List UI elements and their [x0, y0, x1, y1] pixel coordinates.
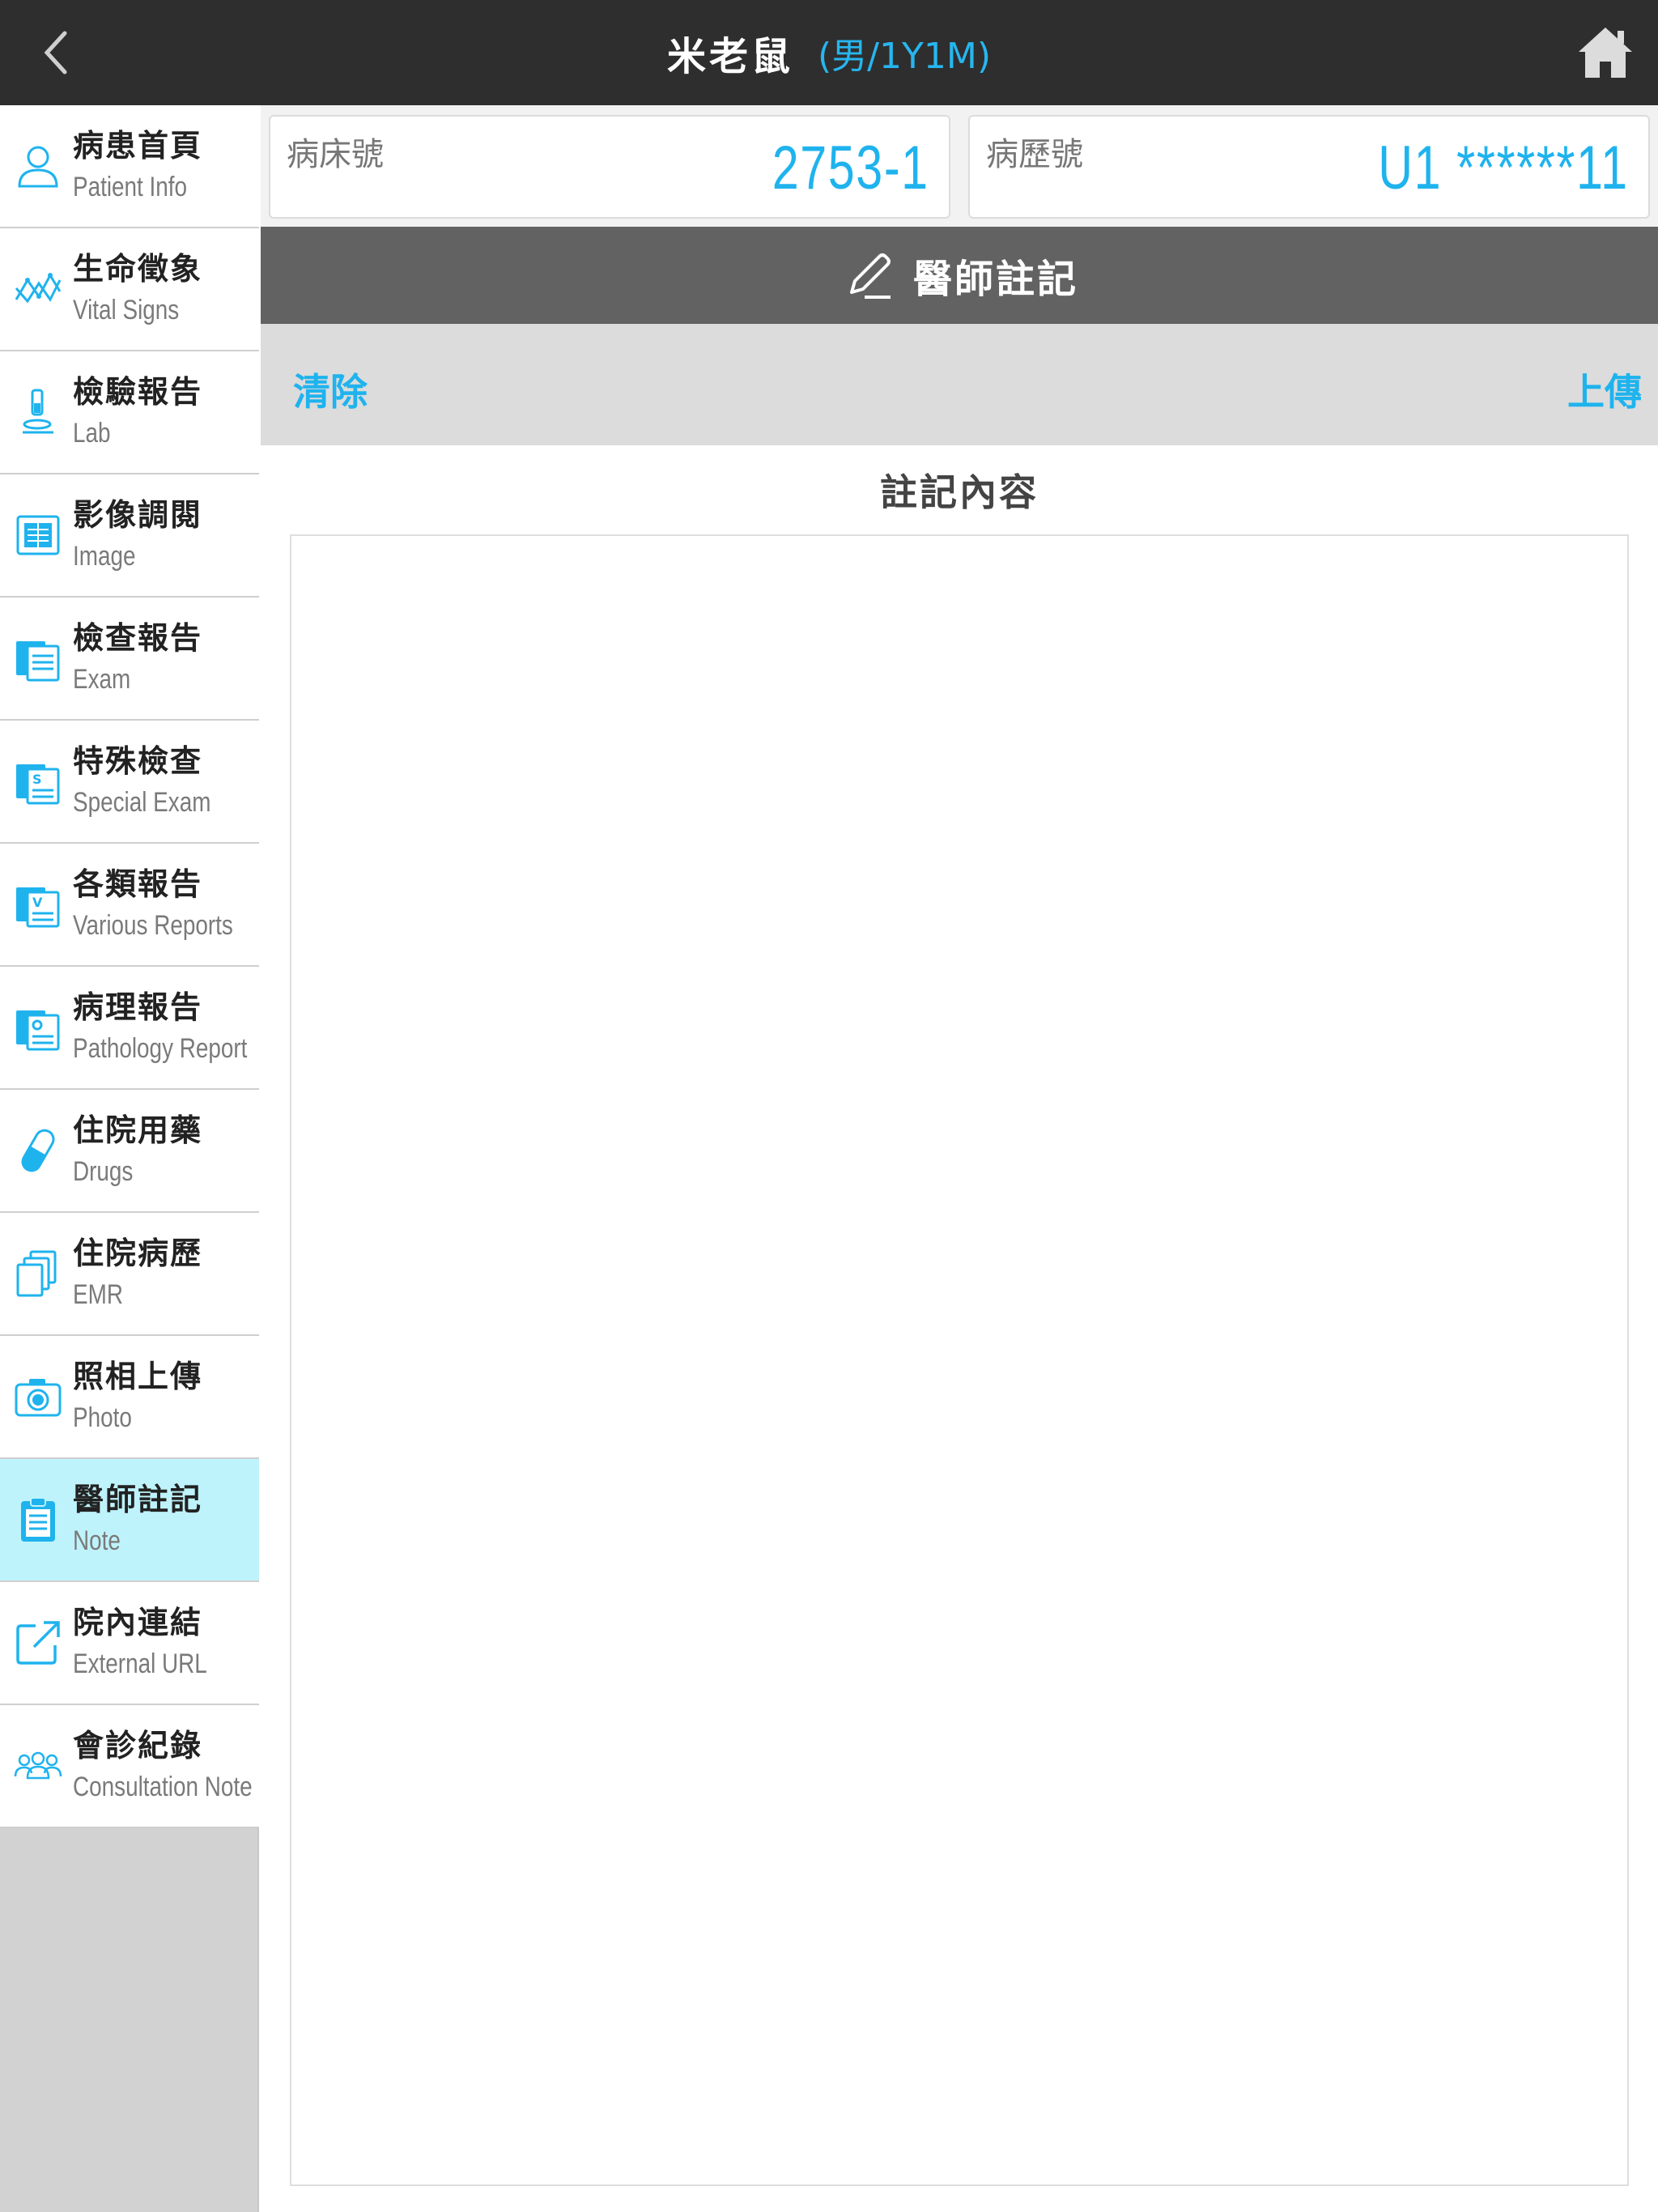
patient-gender-age: (男/1Y1M)	[818, 36, 991, 77]
sidebar-item-sublabel: Pathology Report	[73, 1033, 248, 1064]
sidebar-item-label: 院內連結	[73, 1605, 203, 1640]
sidebar-item-label: 檢驗報告	[73, 374, 203, 410]
bed-number-label: 病床號	[287, 136, 384, 173]
medical-record-number-value: U1 ******11	[1378, 134, 1629, 202]
upload-button[interactable]: 上傳	[1567, 363, 1642, 416]
sidebar-item-sublabel: Image	[73, 541, 136, 572]
clipboard-icon	[10, 1491, 66, 1548]
various-report-icon: V	[10, 876, 66, 933]
patient-title: 米老鼠 (男/1Y1M)	[0, 0, 1658, 105]
bed-number-value: 2753-1	[772, 134, 929, 202]
sidebar-item-photo[interactable]: 照相上傳 Photo	[0, 1336, 259, 1459]
sidebar-item-label: 檢查報告	[73, 620, 203, 656]
camera-icon	[10, 1368, 66, 1425]
action-bar: 清除 上傳	[261, 324, 1658, 445]
sidebar-item-label: 病患首頁	[73, 128, 203, 164]
group-icon	[10, 1738, 66, 1794]
note-content-title: 註記內容	[880, 470, 1039, 514]
svg-text:V: V	[32, 895, 43, 910]
patient-info-row: 病床號 2753-1 病歷號 U1 ******11	[261, 105, 1658, 227]
sidebar-item-exam[interactable]: 檢查報告 Exam	[0, 598, 259, 721]
main-panel: 病床號 2753-1 病歷號 U1 ******11 醫師註記 清除 上傳 註記…	[261, 105, 1658, 2212]
sidebar-item-special-exam[interactable]: S 特殊檢查 Special Exam	[0, 721, 259, 844]
home-icon	[1579, 28, 1632, 78]
sidebar-item-sublabel: EMR	[73, 1279, 123, 1310]
sidebar-item-sublabel: Special Exam	[73, 787, 211, 818]
svg-text:S: S	[32, 772, 42, 787]
sidebar-item-label: 住院用藥	[73, 1112, 203, 1148]
sidebar-item-various-reports[interactable]: V 各類報告 Various Reports	[0, 844, 259, 967]
sidebar-item-image[interactable]: 影像調閱 Image	[0, 474, 259, 598]
sidebar-item-consultation-note[interactable]: 會診紀錄 Consultation Note	[0, 1705, 259, 1828]
capsule-icon	[10, 1122, 66, 1179]
note-textarea[interactable]	[290, 534, 1629, 2186]
patient-name: 米老鼠	[667, 34, 794, 79]
medical-record-number-label: 病歷號	[986, 136, 1083, 173]
pathology-report-icon	[10, 999, 66, 1056]
section-title: 醫師註記	[912, 257, 1078, 302]
sidebar-item-lab[interactable]: 檢驗報告 Lab	[0, 351, 259, 474]
section-header: 醫師註記	[261, 227, 1658, 324]
special-report-icon: S	[10, 753, 66, 810]
sidebar-item-emr[interactable]: 住院病歷 EMR	[0, 1213, 259, 1336]
chart-icon	[10, 261, 66, 317]
sidebar-item-sublabel: Lab	[73, 418, 111, 449]
pencil-icon	[849, 253, 891, 299]
home-button[interactable]	[1575, 23, 1635, 83]
sidebar-item-label: 各類報告	[73, 866, 203, 902]
sidebar-item-sublabel: External URL	[73, 1648, 207, 1679]
sidebar-item-sublabel: Photo	[73, 1402, 132, 1433]
sidebar-item-label: 病理報告	[73, 989, 203, 1025]
sidebar-item-note[interactable]: 醫師註記 Note	[0, 1459, 259, 1582]
sidebar-item-label: 生命徵象	[73, 251, 203, 287]
sidebar-item-sublabel: Drugs	[73, 1156, 134, 1187]
sidebar-item-sublabel: Patient Info	[73, 172, 188, 202]
sidebar-item-label: 照相上傳	[73, 1359, 203, 1394]
sidebar-item-sublabel: Exam	[73, 664, 131, 695]
sidebar-item-label: 影像調閱	[73, 497, 203, 533]
note-content-area: 註記內容	[261, 445, 1658, 2212]
sidebar-item-label: 特殊檢查	[73, 743, 203, 779]
bed-number-box: 病床號 2753-1	[269, 115, 950, 219]
report-icon	[10, 630, 66, 687]
sidebar: 病患首頁 Patient Info 生命徵象 Vital Signs 檢驗報告 …	[0, 105, 259, 2212]
sidebar-item-label: 住院病歷	[73, 1236, 203, 1271]
sidebar-item-label: 醫師註記	[73, 1482, 203, 1517]
sidebar-item-vital-signs[interactable]: 生命徵象 Vital Signs	[0, 228, 259, 351]
documents-icon	[10, 1245, 66, 1302]
sidebar-item-sublabel: Note	[73, 1525, 121, 1556]
sidebar-item-sublabel: Consultation Note	[73, 1772, 253, 1802]
sidebar-item-sublabel: Various Reports	[73, 910, 233, 941]
top-bar: 米老鼠 (男/1Y1M)	[0, 0, 1658, 105]
sidebar-item-label: 會診紀錄	[73, 1728, 203, 1763]
clear-button[interactable]: 清除	[293, 363, 368, 416]
medical-record-number-box: 病歷號 U1 ******11	[968, 115, 1650, 219]
sidebar-item-sublabel: Vital Signs	[73, 295, 180, 325]
sidebar-item-patient-info[interactable]: 病患首頁 Patient Info	[0, 105, 259, 228]
sidebar-item-drugs[interactable]: 住院用藥 Drugs	[0, 1090, 259, 1213]
sidebar-item-pathology-report[interactable]: 病理報告 Pathology Report	[0, 967, 259, 1090]
external-link-icon	[10, 1614, 66, 1671]
person-icon	[10, 138, 66, 194]
sidebar-item-external-url[interactable]: 院內連結 External URL	[0, 1582, 259, 1705]
xray-icon	[10, 507, 66, 564]
microscope-icon	[10, 384, 66, 440]
